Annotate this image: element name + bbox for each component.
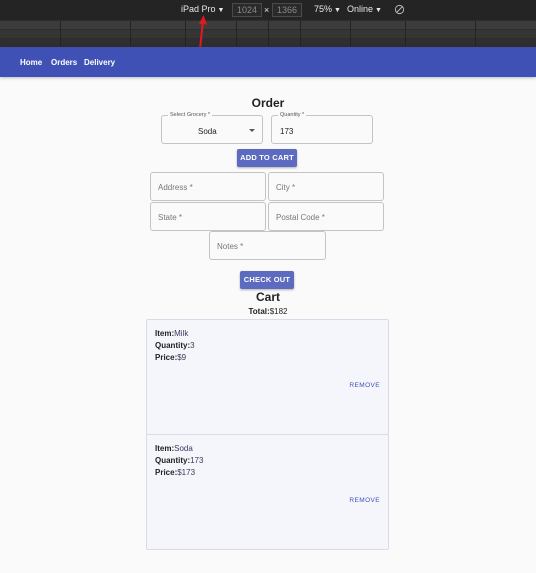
- ruler-tick: [300, 21, 301, 46]
- notes-placeholder: Notes *: [217, 242, 244, 251]
- quantity-field-value: 173: [280, 127, 294, 136]
- price-value: $9: [177, 353, 187, 362]
- cart-total-label: Total:: [248, 307, 270, 316]
- address-placeholder: Address *: [158, 183, 193, 192]
- dimension-separator: ×: [264, 5, 270, 15]
- item-label: Item:: [155, 444, 175, 453]
- notes-field[interactable]: Notes *: [209, 231, 326, 260]
- ruler-tick: [405, 21, 406, 46]
- cart-total-value: $182: [269, 307, 288, 316]
- width-input[interactable]: 1024: [232, 3, 262, 17]
- network-caret-icon: ▼: [375, 7, 382, 14]
- quantity-field-label: Quantity *: [278, 111, 307, 119]
- grocery-select-value: Soda: [198, 127, 217, 136]
- ruler-tick: [60, 21, 61, 46]
- remove-button[interactable]: REMOVE: [349, 497, 380, 504]
- cart-price-line: Price:$173: [155, 468, 195, 477]
- cart-item-card: Item:Milk Quantity:3 Price:$9 REMOVE: [146, 319, 389, 435]
- postal-code-placeholder: Postal Code *: [276, 213, 325, 222]
- quantity-value: 173: [190, 456, 204, 465]
- price-value: $173: [177, 468, 196, 477]
- device-caret-icon: ▼: [217, 7, 225, 14]
- devtools-device-toolbar: iPad Pro ▼ 1024 × 1366 75% ▼ Online ▼: [0, 0, 536, 20]
- cart-quantity-line: Quantity:3: [155, 341, 195, 350]
- height-input[interactable]: 1366: [272, 3, 302, 17]
- order-title: Order: [251, 96, 285, 110]
- city-field[interactable]: City *: [268, 172, 384, 201]
- cart-total: Total:$182: [0, 307, 536, 316]
- ruler-tick: [268, 21, 269, 46]
- zoom-caret-icon: ▼: [334, 7, 341, 14]
- ruler-tick: [350, 21, 351, 46]
- nav-link-home[interactable]: Home: [20, 58, 42, 67]
- cart-item-line: Item:Milk: [155, 329, 188, 338]
- state-field[interactable]: State *: [150, 202, 266, 231]
- zoom-select-label: 75%: [314, 4, 333, 14]
- ruler-tick: [236, 21, 237, 46]
- nav-link-orders[interactable]: Orders: [51, 58, 77, 67]
- main-content: Order Select Grocery * Soda Quantity * 1…: [0, 77, 536, 573]
- item-value: Soda: [174, 444, 193, 453]
- remove-button[interactable]: REMOVE: [349, 382, 380, 389]
- grocery-select[interactable]: Select Grocery * Soda: [161, 111, 263, 144]
- nav-link-delivery[interactable]: Delivery: [84, 58, 115, 67]
- address-field[interactable]: Address *: [150, 172, 266, 201]
- cart-price-line: Price:$9: [155, 353, 186, 362]
- cart-title: Cart: [255, 290, 280, 304]
- quantity-field[interactable]: Quantity * 173: [271, 111, 373, 144]
- ruler-tick: [130, 21, 131, 46]
- app-nav-bar: Home Orders Delivery: [0, 47, 536, 77]
- item-label: Item:: [155, 329, 175, 338]
- item-value: Milk: [174, 329, 189, 338]
- media-query-ruler: [0, 20, 536, 47]
- quantity-label: Quantity:: [155, 341, 191, 350]
- dropdown-arrow-icon: [249, 129, 255, 132]
- network-select-label: Online: [347, 4, 374, 14]
- ruler-tick: [475, 21, 476, 46]
- device-select-label: iPad Pro: [181, 4, 216, 14]
- ruler-tick: [185, 21, 186, 46]
- network-throttle-select[interactable]: Online ▼: [347, 4, 382, 14]
- cart-item-line: Item:Soda: [155, 444, 193, 453]
- quantity-label: Quantity:: [155, 456, 191, 465]
- city-placeholder: City *: [276, 183, 296, 192]
- quantity-value: 3: [190, 341, 195, 350]
- add-to-cart-button[interactable]: ADD TO CART: [237, 149, 297, 167]
- price-label: Price:: [155, 468, 178, 477]
- rotate-icon[interactable]: [394, 4, 405, 15]
- grocery-select-label: Select Grocery *: [168, 111, 213, 119]
- cart-quantity-line: Quantity:173: [155, 456, 203, 465]
- checkout-button[interactable]: CHECK OUT: [240, 271, 294, 289]
- device-select[interactable]: iPad Pro ▼: [181, 4, 224, 14]
- state-placeholder: State *: [158, 213, 183, 222]
- postal-code-field[interactable]: Postal Code *: [268, 202, 384, 231]
- price-label: Price:: [155, 353, 178, 362]
- zoom-select[interactable]: 75% ▼: [314, 4, 341, 14]
- cart-item-card: Item:Soda Quantity:173 Price:$173 REMOVE: [146, 434, 389, 550]
